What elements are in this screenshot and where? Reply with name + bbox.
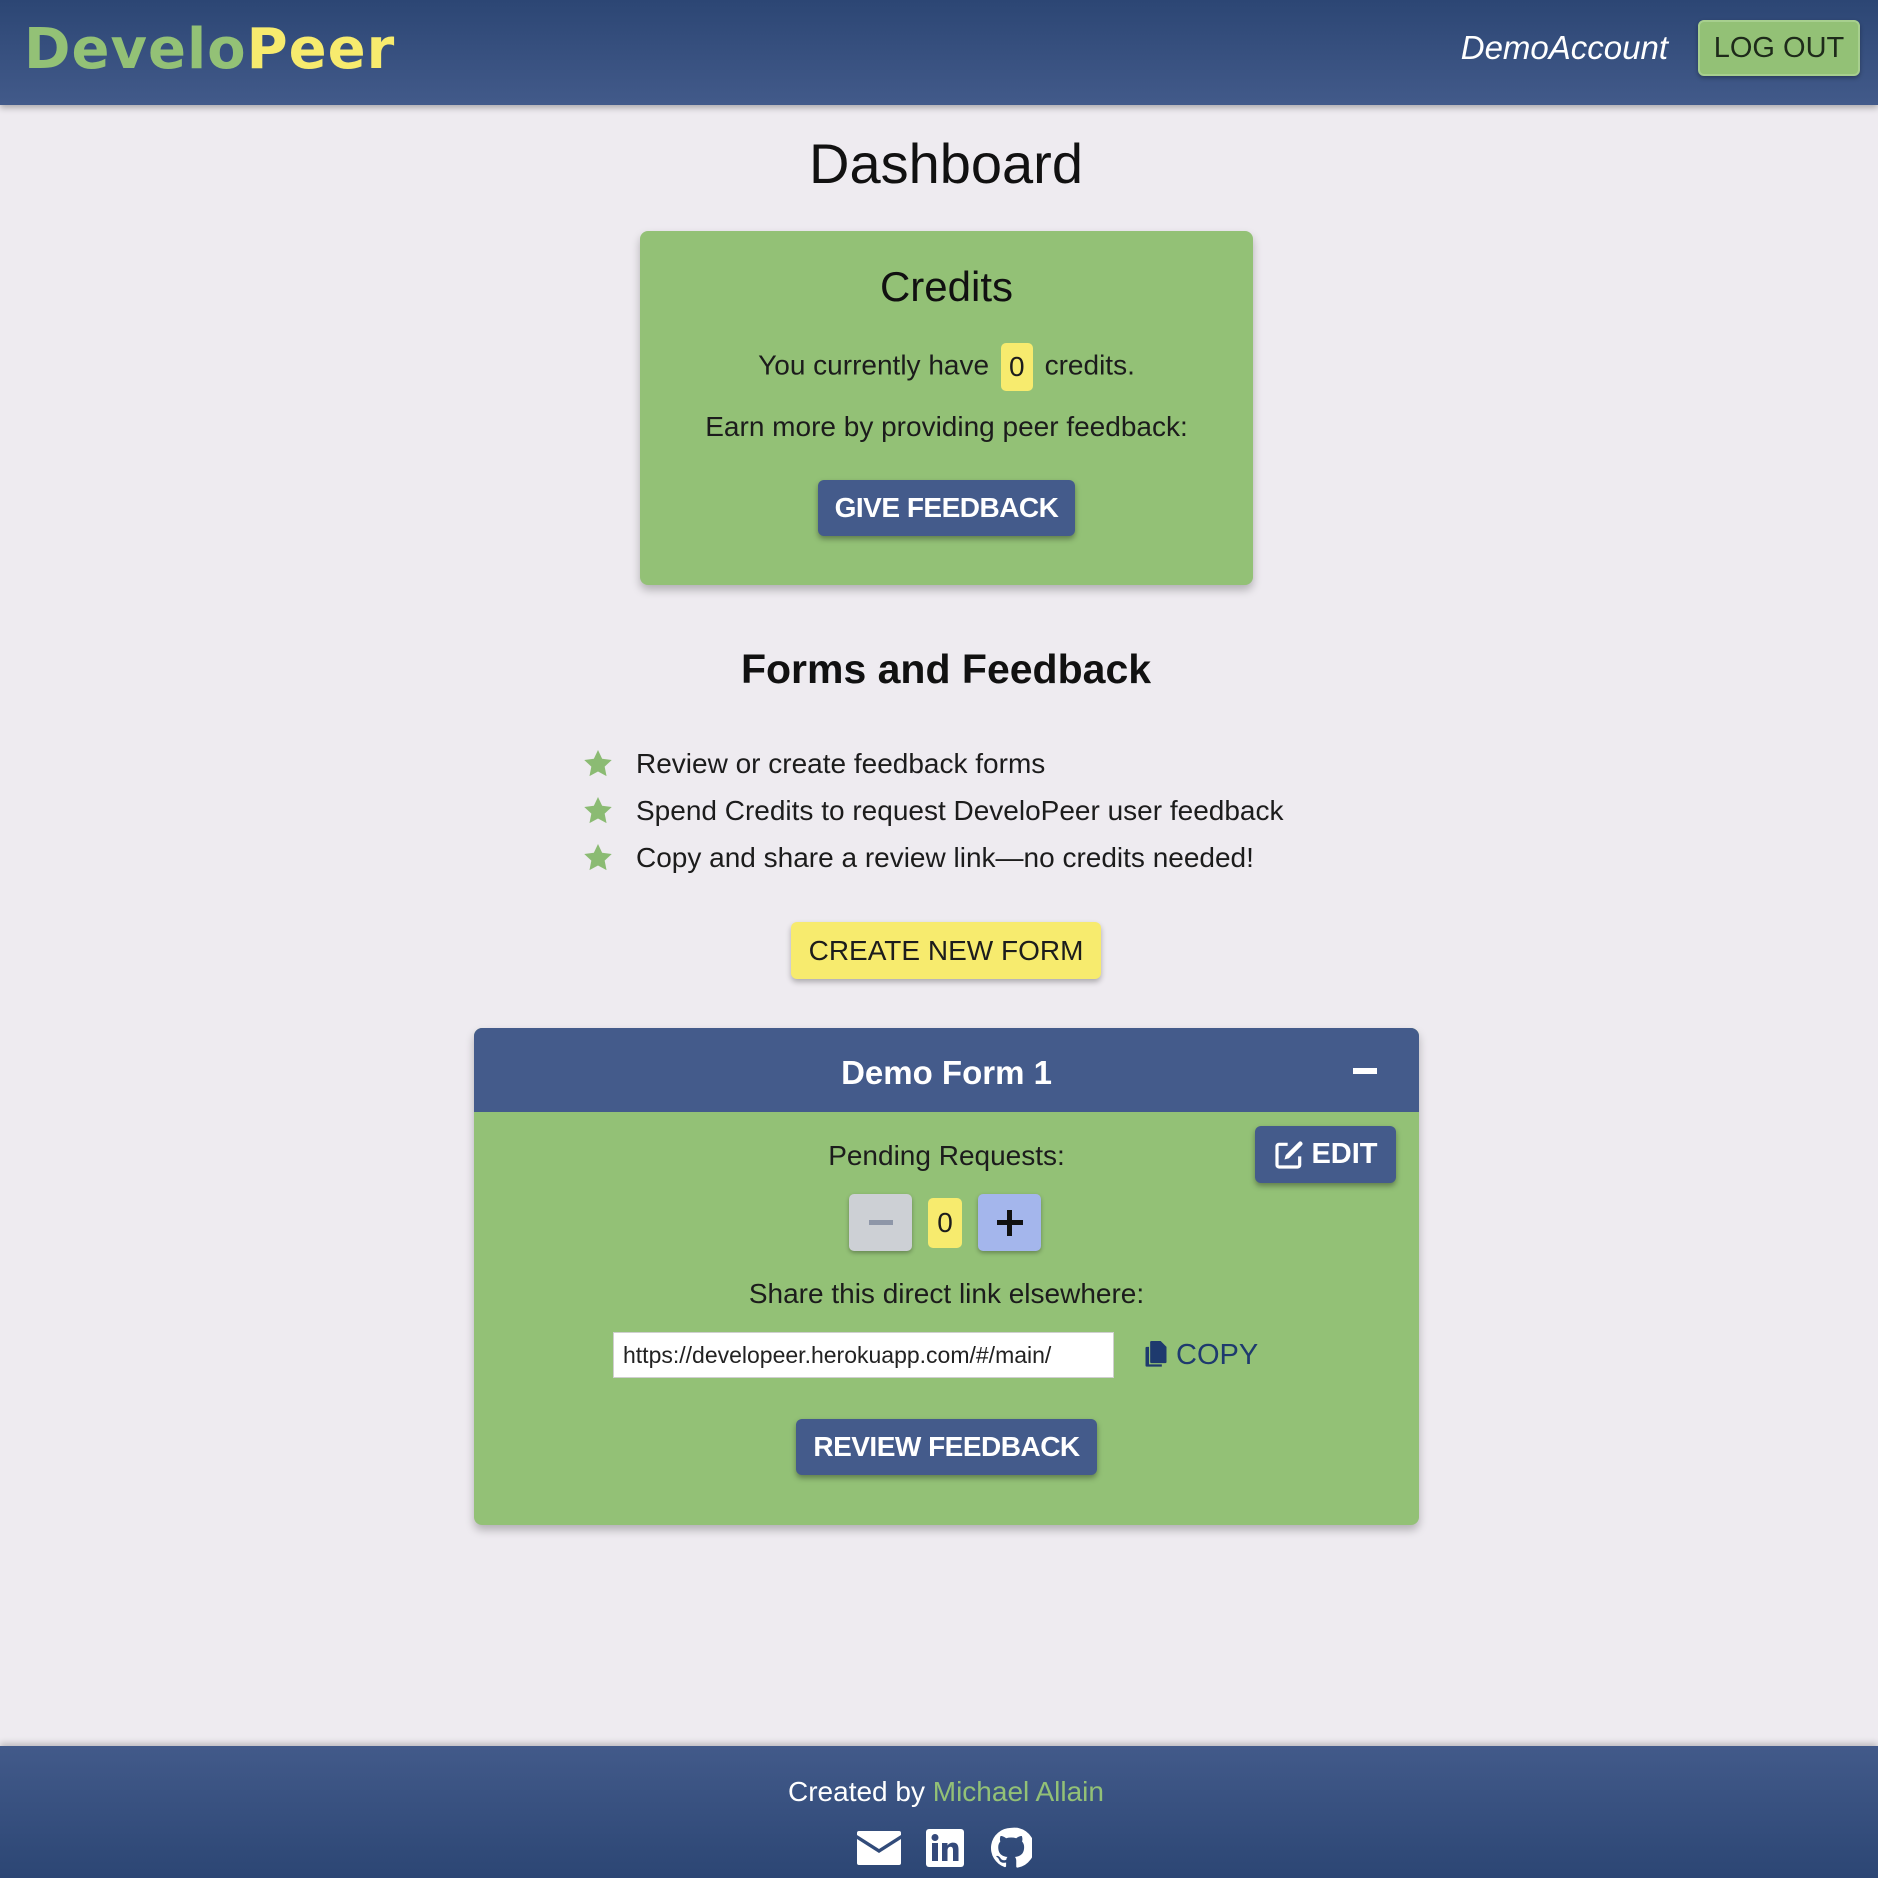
decrement-button[interactable] [849,1194,912,1251]
share-link-label: Share this direct link elsewhere: [748,1278,1145,1309]
share-link-input[interactable] [613,1332,1114,1378]
minus-icon[interactable] [1353,1068,1377,1074]
account-name[interactable]: DemoAccount [1461,27,1668,69]
credits-card: Credits You currently have 0 credits. Ea… [640,231,1253,585]
form-card-header[interactable]: Demo Form 1 [474,1028,1419,1112]
earn-credits-text: Earn more by providing peer feedback: [705,411,1188,442]
pending-requests-stepper: 0 [849,1194,1041,1251]
review-feedback-button[interactable]: REVIEW FEEDBACK [796,1419,1097,1475]
logo-part-2: Peer [246,17,396,82]
logout-button[interactable]: LOG OUT [1698,20,1860,76]
feature-item: Spend Credits to request DeveloPeer user… [582,787,1284,834]
plus-icon-vertical [1007,1209,1012,1236]
pending-count: 0 [928,1197,962,1248]
navbar: DeveloPeer DemoAccount LOG OUT [0,0,1878,105]
forms-section-title: Forms and Feedback [740,646,1152,692]
author-link[interactable]: Michael Allain [933,1776,1104,1807]
star-icon [584,749,612,776]
increment-button[interactable] [978,1194,1041,1251]
feature-list: Review or create feedback forms Spend Cr… [582,740,1284,881]
star-icon [584,796,612,823]
pending-requests-label: Pending Requests: [828,1140,1065,1171]
copy-label: COPY [1176,1338,1259,1371]
give-feedback-button[interactable]: GIVE FEEDBACK [818,480,1075,536]
credits-balance-line: You currently have 0 credits. [640,343,1253,391]
form-name: Demo Form 1 [841,1054,1052,1091]
form-card: Demo Form 1 EDIT Pending Requests: 0 Sha… [474,1028,1419,1525]
credits-title: Credits [879,263,1014,310]
feature-item: Review or create feedback forms [582,740,1284,787]
copy-icon [1145,1341,1167,1367]
logo[interactable]: DeveloPeer [24,14,395,86]
credits-prefix: You currently have [758,349,990,381]
logo-part-1: Develo [24,17,247,82]
page-title: Dashboard [809,132,1083,195]
email-icon[interactable] [857,1828,901,1868]
credits-count-badge: 0 [1000,343,1033,391]
minus-icon [868,1220,893,1225]
credits-suffix: credits. [1044,349,1135,381]
created-by-text: Created by [788,1776,925,1807]
footer-credit: Created by Michael Allain [0,1772,1878,1812]
star-icon [584,843,612,870]
feature-text: Copy and share a review link—no credits … [636,841,1254,873]
feature-text: Spend Credits to request DeveloPeer user… [636,794,1284,826]
copy-link-button[interactable]: COPY [1144,1332,1258,1378]
feature-text: Review or create feedback forms [636,747,1046,779]
create-new-form-button[interactable]: CREATE NEW FORM [791,922,1101,979]
footer-social-icons [857,1827,1055,1868]
linkedin-icon[interactable] [923,1828,967,1868]
github-icon[interactable] [989,1827,1033,1868]
footer: Created by Michael Allain [0,1746,1878,1878]
feature-item: Copy and share a review link—no credits … [582,834,1284,881]
